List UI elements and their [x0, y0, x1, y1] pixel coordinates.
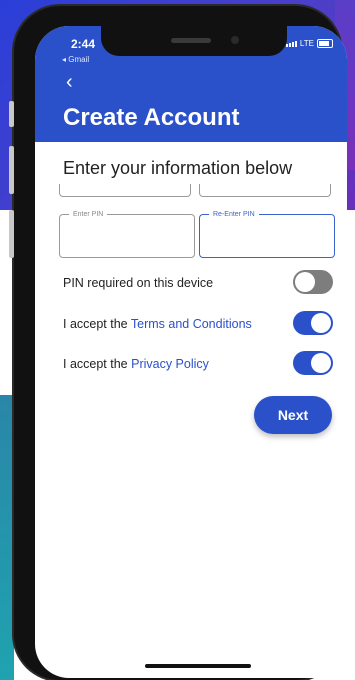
pin-input[interactable]: Enter PIN: [59, 209, 195, 258]
pin-required-toggle[interactable]: [293, 270, 333, 294]
next-button[interactable]: Next: [254, 396, 332, 434]
terms-row: I accept the Terms and Conditions: [63, 317, 252, 331]
signal-icon: [285, 40, 297, 47]
toggle-knob: [311, 313, 331, 333]
mute-switch: [9, 101, 14, 127]
page-title: Create Account: [63, 104, 240, 131]
phone-frame: 2:44 ◂ Gmail LTE ‹ Create Account Enter …: [9, 6, 347, 680]
privacy-prefix: I accept the: [63, 357, 132, 371]
name-field-partial-2[interactable]: [199, 184, 331, 197]
home-indicator[interactable]: [145, 664, 251, 668]
terms-link[interactable]: Terms and Conditions: [131, 317, 252, 331]
form-subtitle: Enter your information below: [63, 158, 293, 178]
device-notch: [101, 26, 287, 56]
background-gradient-left: [0, 395, 14, 680]
privacy-row: I accept the Privacy Policy: [63, 357, 209, 371]
privacy-toggle[interactable]: [293, 351, 333, 375]
pin-required-label: PIN required on this device: [63, 276, 214, 290]
reenter-pin-input[interactable]: Re-Enter PIN: [199, 209, 335, 258]
status-indicators: LTE: [285, 39, 333, 48]
app-screen: 2:44 ◂ Gmail LTE ‹ Create Account Enter …: [35, 26, 347, 678]
network-type: LTE: [299, 39, 314, 48]
volume-up-button: [9, 146, 14, 194]
name-field-partial[interactable]: [59, 184, 191, 197]
battery-icon: [317, 39, 333, 48]
toggle-knob: [295, 272, 315, 292]
status-time: 2:44: [71, 37, 96, 51]
front-camera: [231, 36, 239, 44]
terms-prefix: I accept the: [63, 317, 131, 331]
terms-toggle[interactable]: [293, 311, 333, 335]
toggle-knob: [311, 353, 331, 373]
privacy-link[interactable]: Privacy Policy: [131, 357, 209, 371]
speaker-grille: [171, 38, 211, 43]
reenter-pin-input-label: Re-Enter PIN: [209, 209, 259, 220]
volume-down-button: [9, 210, 14, 258]
back-to-app-link[interactable]: ◂ Gmail: [62, 55, 89, 64]
pin-input-label: Enter PIN: [69, 209, 108, 220]
chevron-left-icon[interactable]: ‹: [66, 72, 73, 92]
